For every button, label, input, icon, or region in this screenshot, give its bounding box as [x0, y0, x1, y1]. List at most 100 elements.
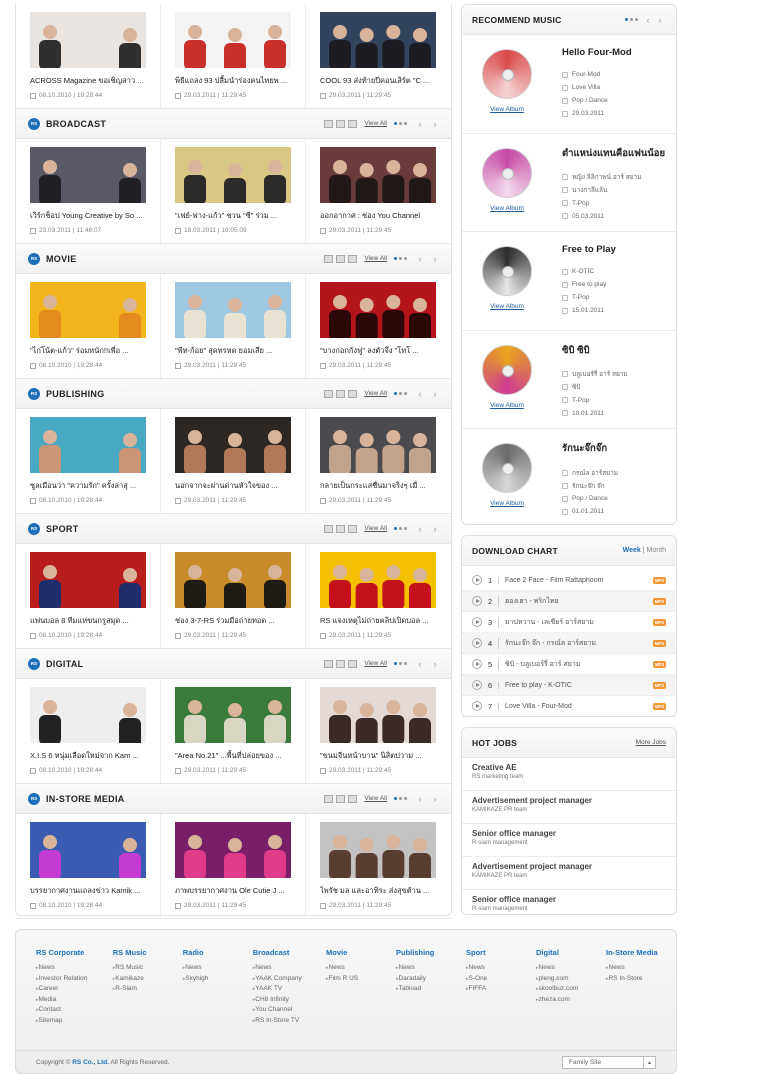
footer-link[interactable]: News: [466, 963, 536, 974]
view-all-link[interactable]: View All: [364, 795, 387, 802]
job-item[interactable]: Senior office manager R-siam management: [462, 824, 676, 857]
news-item[interactable]: RS แจงเหตุไม่ถ่ายคลิปเปิดบอล ... 29.03.20…: [306, 544, 451, 648]
grid-view-icon[interactable]: [336, 389, 346, 398]
footer-link[interactable]: Skyhigh: [183, 974, 253, 985]
album-cd-icon[interactable]: [482, 49, 532, 99]
news-item[interactable]: ซูลเมือนว่า "ความรัก" ครั้งล่าสุ ... 08.1…: [16, 409, 161, 513]
news-item[interactable]: "เฟย์-ฟาง-แก้ว" ชวน "ซี" ร่วม ... 18.03.2…: [161, 139, 306, 243]
news-caption[interactable]: ช่อง 3-7-RS ร่วมมือถ่ายทอด ...: [175, 615, 301, 627]
pager-dots[interactable]: [394, 797, 407, 800]
job-item[interactable]: Advertisement project manager KAMIKAZE PR…: [462, 791, 676, 824]
view-album-link[interactable]: View Album: [476, 500, 538, 507]
more-jobs-link[interactable]: More Jobs: [636, 739, 666, 746]
news-caption[interactable]: แฟนบอล 8 ทีมแห่ขนกรูสมุด ...: [30, 615, 156, 627]
news-item[interactable]: แฟนบอล 8 ทีมแห่ขนกรูสมุด ... 08.10.2010 |…: [16, 544, 161, 648]
footer-link[interactable]: YAAK Company: [253, 974, 326, 985]
footer-link[interactable]: YAAK TV: [253, 984, 326, 995]
news-caption[interactable]: ภาพบรรยากาศงาน Ole Cutie J ...: [175, 885, 301, 897]
news-caption[interactable]: ACROSS Magazine ขอเชิญสาว ...: [30, 75, 156, 87]
news-caption[interactable]: ออกอากาศ : ช่อง You Channel: [320, 210, 446, 222]
news-item[interactable]: ภาพบรรยากาศงาน Ole Cutie J ... 29.03.2011…: [161, 814, 306, 918]
chart-song[interactable]: Free to play - K-OTIC: [498, 681, 653, 689]
album-name[interactable]: รักนะจ๊กจ๊ก: [562, 441, 618, 456]
chevron-down-icon[interactable]: ▲: [643, 1057, 655, 1068]
tab-week[interactable]: Week: [623, 547, 641, 554]
news-thumbnail[interactable]: [30, 147, 146, 203]
play-icon[interactable]: [472, 701, 482, 711]
footer-link[interactable]: Media: [36, 995, 113, 1006]
news-thumbnail[interactable]: [320, 417, 436, 473]
footer-link[interactable]: News: [326, 963, 396, 974]
grid-view-icon[interactable]: [336, 254, 346, 263]
mp3-download-icon[interactable]: MP3: [652, 576, 666, 584]
grid-view-icon[interactable]: [336, 119, 346, 128]
news-item[interactable]: ช่อง 3-7-RS ร่วมมือถ่ายทอด ... 29.03.2011…: [161, 544, 306, 648]
footer-link[interactable]: You Channel: [253, 1005, 326, 1016]
footer-link[interactable]: pleng.com: [536, 974, 606, 985]
news-caption[interactable]: พิธีแถลง 93 ปลื้มนำร่องคนไทยพ ...: [175, 75, 301, 87]
news-caption[interactable]: COOL 93 ส่งท้ายปีคอนเสิร์ต "C ...: [320, 75, 446, 87]
footer-link[interactable]: R-Siam: [113, 984, 183, 995]
album-cd-icon[interactable]: [482, 147, 532, 198]
news-item[interactable]: บรรยากาศงานแถลงข่าว Kamik ... 08.10.2010 …: [16, 814, 161, 918]
pager-dots[interactable]: [625, 18, 638, 21]
album-name[interactable]: ซิบิ ซิบิ: [562, 343, 628, 358]
news-thumbnail[interactable]: [175, 282, 291, 338]
album-cd-icon[interactable]: [482, 344, 532, 395]
chart-song[interactable]: ฮองเฮา - พริกไทย: [498, 595, 653, 607]
job-title[interactable]: Senior office manager: [472, 829, 666, 838]
play-icon[interactable]: [472, 680, 482, 690]
prev-arrow-icon[interactable]: ‹: [414, 389, 426, 399]
chart-song[interactable]: Face 2 Face - Film Rattaphoom: [498, 576, 653, 584]
mp3-download-icon[interactable]: MP3: [652, 660, 666, 668]
footer-link[interactable]: Investor Relation: [36, 974, 113, 985]
news-thumbnail[interactable]: [175, 822, 291, 878]
news-item[interactable]: ไพรัช มล และอาทิระ ส่งสุขต้าน ... 29.03.2…: [306, 814, 451, 918]
play-icon[interactable]: [472, 575, 482, 585]
news-caption[interactable]: กลายเป็นกระแสชื่นมาจริงๆ เมื่ ...: [320, 480, 446, 492]
list-view-icon[interactable]: [324, 659, 334, 668]
detail-view-icon[interactable]: [348, 119, 358, 128]
footer-column-title[interactable]: Publishing: [396, 948, 466, 957]
job-title[interactable]: Creative AE: [472, 763, 666, 772]
grid-view-icon[interactable]: [336, 794, 346, 803]
footer-link[interactable]: Tabload: [396, 984, 466, 995]
list-view-icon[interactable]: [324, 794, 334, 803]
news-item[interactable]: "ไก่โน้ต-แก้ว" ร่อมหนัก!!เพื่อ ... 08.10.…: [16, 274, 161, 378]
footer-column-title[interactable]: RS Music: [113, 948, 183, 957]
footer-column-title[interactable]: Broadcast: [253, 948, 326, 957]
pager-dots[interactable]: [394, 257, 407, 260]
footer-link[interactable]: Contact: [36, 1005, 113, 1016]
next-arrow-icon[interactable]: ›: [429, 254, 441, 264]
mp3-download-icon[interactable]: MP3: [652, 597, 666, 605]
job-item[interactable]: Advertisement project manager KAMIKAZE PR…: [462, 857, 676, 890]
prev-arrow-icon[interactable]: ‹: [414, 794, 426, 804]
pager-dots[interactable]: [394, 122, 407, 125]
album-name[interactable]: Hello Four-Mod: [562, 47, 632, 58]
footer-link[interactable]: S-One: [466, 974, 536, 985]
news-thumbnail[interactable]: [175, 417, 291, 473]
news-item[interactable]: "พีท-ก้อย" สุดทรหด ยอมเสีย ... 29.03.2011…: [161, 274, 306, 378]
news-caption[interactable]: นอกจากจะผ่านด่านหัวใจของ ...: [175, 480, 301, 492]
news-thumbnail[interactable]: [175, 12, 291, 68]
footer-link[interactable]: RS Music: [113, 963, 183, 974]
footer-link[interactable]: CH8 Infinity: [253, 995, 326, 1006]
news-item[interactable]: เวิร์กช็อป Young Creative by So ... 23.03…: [16, 139, 161, 243]
list-view-icon[interactable]: [324, 254, 334, 263]
pager-dots[interactable]: [394, 392, 407, 395]
news-caption[interactable]: ไพรัช มล และอาทิระ ส่งสุขต้าน ...: [320, 885, 446, 897]
news-caption[interactable]: "บางกอกกังฟู" ลงตัวจึง "โทโ ...: [320, 345, 446, 357]
album-name[interactable]: ตำแหน่งแทนคือแฟนน้อย: [562, 146, 665, 161]
news-item[interactable]: พิธีแถลง 93 ปลื้มนำร่องคนไทยพ ... 29.03.2…: [161, 4, 306, 108]
list-view-icon[interactable]: [324, 119, 334, 128]
news-caption[interactable]: "Area No.21" ...พื้นที่ปล่อยของ ...: [175, 750, 301, 762]
prev-arrow-icon[interactable]: ‹: [414, 524, 426, 534]
news-thumbnail[interactable]: [320, 552, 436, 608]
view-album-link[interactable]: View Album: [476, 106, 538, 113]
footer-column-title[interactable]: Digital: [536, 948, 606, 957]
view-all-link[interactable]: View All: [364, 660, 387, 667]
footer-column-title[interactable]: Movie: [326, 948, 396, 957]
footer-link[interactable]: News: [253, 963, 326, 974]
footer-column-title[interactable]: Radio: [183, 948, 253, 957]
view-album-link[interactable]: View Album: [476, 205, 538, 212]
